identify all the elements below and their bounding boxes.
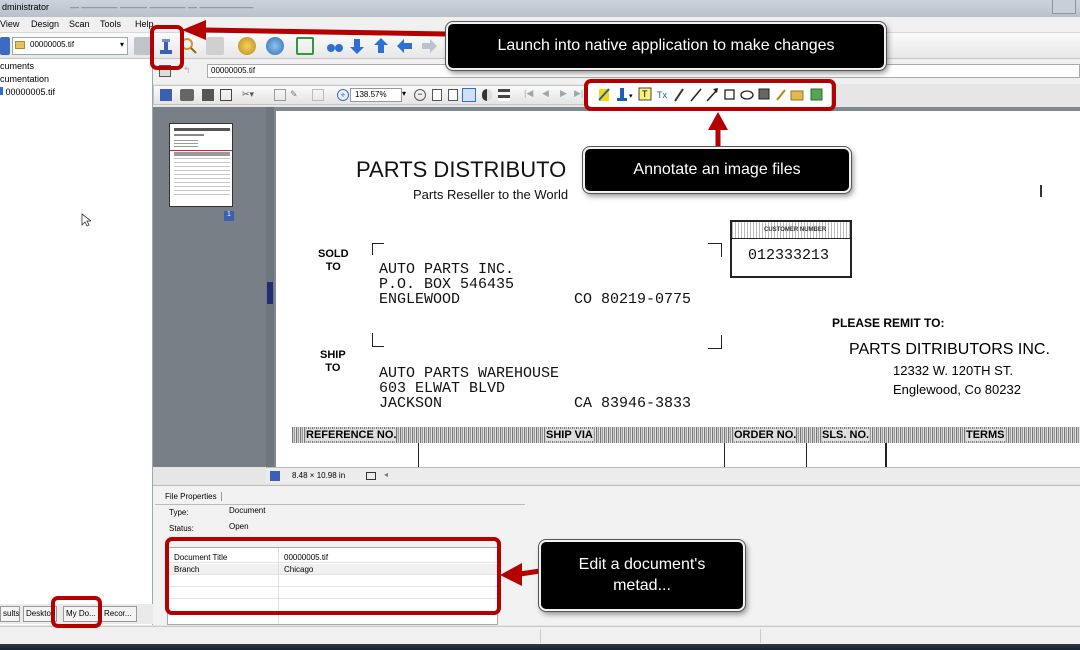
callout-launch: Launch into native application to make c…: [446, 22, 886, 70]
callout-annotate: Annotate an image files: [583, 147, 851, 193]
callout-metadata: Edit a document's metad...: [539, 540, 745, 611]
